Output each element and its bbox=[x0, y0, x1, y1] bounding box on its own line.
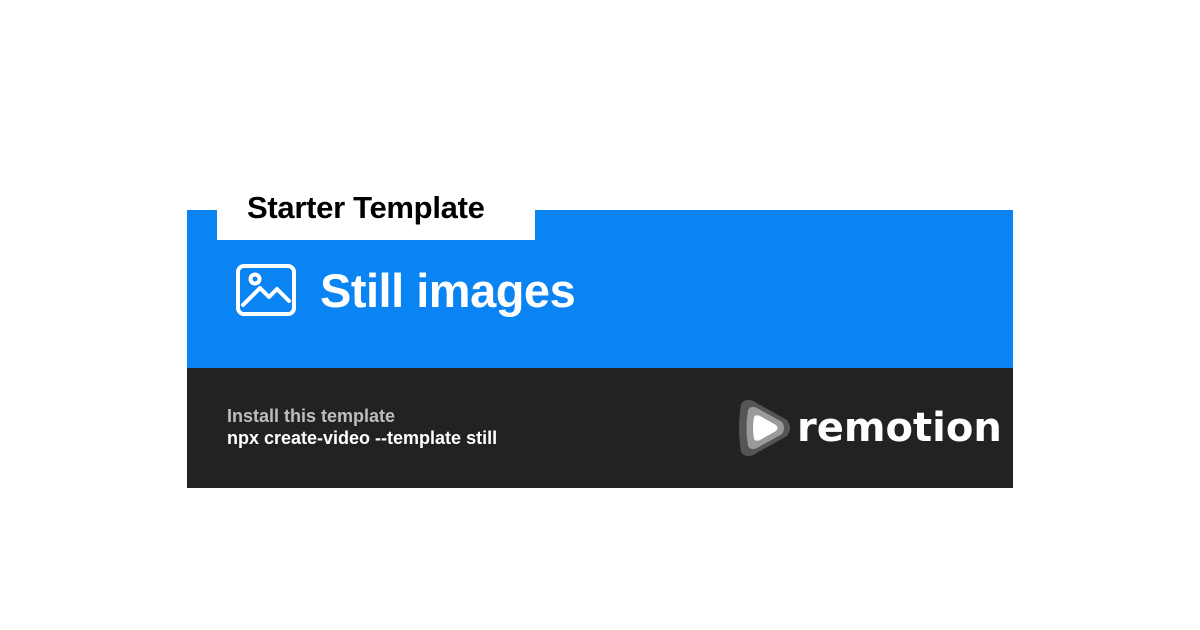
install-label: Install this template bbox=[227, 406, 396, 426]
image-icon bbox=[236, 264, 296, 316]
install-command: npx create-video --template still bbox=[227, 428, 498, 448]
install-instructions: Install this template npx create-video -… bbox=[227, 405, 497, 449]
title-row: Still images bbox=[236, 262, 576, 318]
logo-text: remotion bbox=[797, 405, 1002, 451]
footer-panel: Install this template npx create-video -… bbox=[187, 368, 1013, 488]
remotion-logo: remotion bbox=[733, 396, 1002, 460]
starter-template-tag: Starter Template bbox=[217, 180, 535, 240]
template-card: Still images Starter Template Install th… bbox=[187, 180, 1013, 488]
remotion-play-icon bbox=[739, 400, 790, 456]
tag-label: Starter Template bbox=[247, 190, 485, 225]
page-title: Still images bbox=[320, 263, 576, 317]
